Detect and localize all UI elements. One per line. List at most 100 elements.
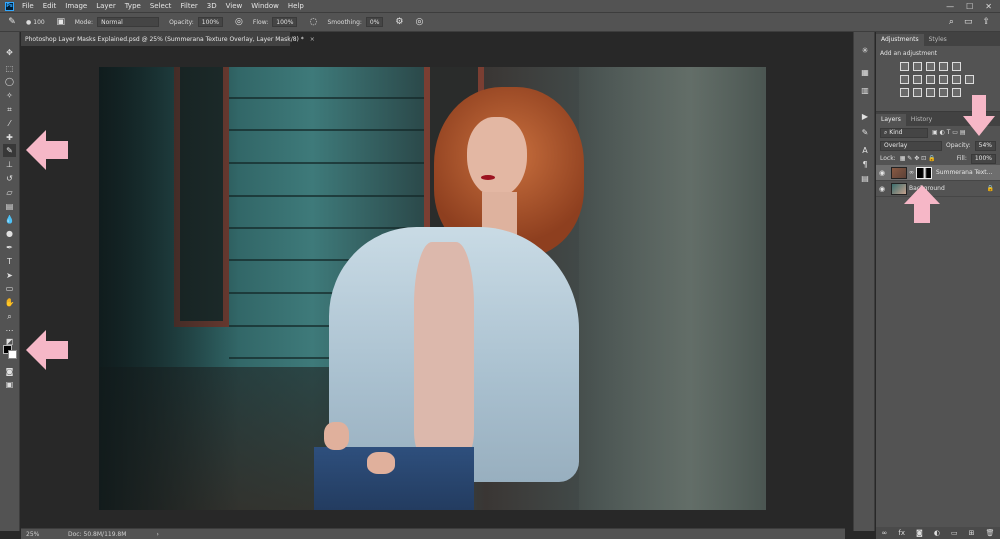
dodge-tool-icon[interactable]: ● — [3, 227, 16, 240]
exposure-icon[interactable] — [939, 62, 948, 71]
actions-panel-icon[interactable]: ▶ — [859, 110, 871, 122]
airbrush-icon[interactable]: ◌ — [307, 16, 319, 28]
zoom-level[interactable]: 25% — [26, 531, 48, 538]
blend-mode-select[interactable]: Overlay — [880, 140, 942, 151]
brightness-contrast-icon[interactable] — [900, 62, 909, 71]
layer-row-texture[interactable]: ◉ ∞ Summerana Text... — [876, 165, 1000, 181]
hue-saturation-icon[interactable] — [900, 75, 909, 84]
menu-help[interactable]: Help — [288, 2, 304, 10]
eyedropper-tool-icon[interactable]: ⁄ — [3, 117, 16, 130]
menu-image[interactable]: Image — [65, 2, 87, 10]
threshold-icon[interactable] — [926, 88, 935, 97]
flow-field[interactable]: 100% — [272, 17, 298, 27]
document-photo[interactable] — [99, 67, 766, 510]
menu-window[interactable]: Window — [251, 2, 279, 10]
brush-settings-icon[interactable]: ▣ — [55, 16, 67, 28]
pressure-size-icon[interactable]: ◎ — [413, 16, 425, 28]
layer-style-icon[interactable]: fx — [898, 529, 905, 537]
opacity-field[interactable]: 100% — [197, 17, 223, 27]
tab-layers[interactable]: Layers — [876, 114, 906, 126]
canvas-area[interactable] — [21, 46, 845, 528]
selective-color-icon[interactable] — [952, 88, 961, 97]
background-color-swatch[interactable] — [8, 350, 17, 359]
mode-select[interactable]: Normal — [97, 17, 160, 27]
menu-layer[interactable]: Layer — [96, 2, 116, 10]
lasso-tool-icon[interactable]: ◯ — [3, 75, 16, 88]
menu-type[interactable]: Type — [125, 2, 141, 10]
type-tool-icon[interactable]: T — [3, 255, 16, 268]
menu-edit[interactable]: Edit — [43, 2, 57, 10]
link-layers-icon[interactable]: ∞ — [882, 529, 888, 537]
photo-filter-icon[interactable] — [939, 75, 948, 84]
smoothing-field[interactable]: 0% — [365, 17, 384, 27]
new-group-icon[interactable]: ▭ — [951, 529, 958, 537]
black-white-icon[interactable] — [926, 75, 935, 84]
pen-tool-icon[interactable]: ✒ — [3, 241, 16, 254]
tab-adjustments[interactable]: Adjustments — [876, 34, 924, 46]
search-icon[interactable]: ⌕ — [949, 17, 954, 27]
character-panel-icon[interactable]: A — [859, 144, 871, 156]
layer-thumbnail[interactable] — [891, 166, 907, 179]
brush-tool-icon[interactable]: ✎ — [3, 144, 16, 157]
channel-mixer-icon[interactable] — [952, 75, 961, 84]
properties-panel-icon[interactable]: ▥ — [859, 84, 871, 96]
layer-name[interactable]: Summerana Text... — [936, 169, 992, 176]
zoom-tool-icon[interactable]: ⌕ — [3, 310, 16, 323]
marquee-tool-icon[interactable]: ⬚ — [3, 62, 16, 75]
menu-select[interactable]: Select — [150, 2, 172, 10]
quick-mask-icon[interactable]: ◙ — [3, 365, 16, 378]
status-menu-arrow[interactable]: › — [156, 531, 158, 538]
link-icon[interactable]: ∞ — [909, 169, 914, 176]
blur-tool-icon[interactable]: 💧 — [3, 213, 16, 226]
paragraph-panel-icon[interactable]: ¶ — [859, 158, 871, 170]
maximize-button[interactable]: ☐ — [966, 2, 973, 11]
move-tool-icon[interactable]: ✥ — [3, 46, 16, 59]
clone-stamp-tool-icon[interactable]: ⊥ — [3, 158, 16, 171]
add-mask-icon[interactable]: ◙ — [916, 529, 923, 537]
smoothing-settings-gear-icon[interactable]: ⚙ — [393, 16, 405, 28]
new-layer-icon[interactable]: ⊞ — [969, 529, 975, 537]
hand-tool-icon[interactable]: ✋ — [3, 296, 16, 309]
healing-brush-tool-icon[interactable]: ✚ — [3, 131, 16, 144]
history-brush-tool-icon[interactable]: ↺ — [3, 172, 16, 185]
glyphs-panel-icon[interactable]: ▤ — [859, 172, 871, 184]
visibility-eye-icon[interactable]: ◉ — [879, 169, 887, 177]
gradient-tool-icon[interactable]: ▤ — [3, 200, 16, 213]
layer-opacity-field[interactable]: 54% — [974, 140, 996, 151]
share-icon[interactable]: ⇪ — [982, 17, 990, 27]
color-lookup-icon[interactable] — [965, 75, 974, 84]
visibility-eye-icon[interactable]: ◉ — [879, 185, 887, 193]
rectangle-tool-icon[interactable]: ▭ — [3, 282, 16, 295]
minimize-button[interactable]: — — [946, 2, 954, 11]
path-select-tool-icon[interactable]: ➤ — [3, 269, 16, 282]
brush-settings-panel-icon[interactable]: ✎ — [859, 126, 871, 138]
brush-preset-icon[interactable]: ✎ — [6, 16, 18, 28]
lock-icons[interactable]: ▦ ✎ ✥ ⊡ 🔒 — [900, 155, 936, 162]
menu-filter[interactable]: Filter — [180, 2, 197, 10]
document-tab[interactable]: Photoshop Layer Masks Explained.psd @ 25… — [21, 32, 315, 46]
curves-icon[interactable] — [926, 62, 935, 71]
color-balance-icon[interactable] — [913, 75, 922, 84]
eraser-tool-icon[interactable]: ▱ — [3, 186, 16, 199]
adjustment-layer-icon[interactable]: ◐ — [934, 529, 940, 537]
posterize-icon[interactable] — [913, 88, 922, 97]
close-document-icon[interactable]: × — [310, 36, 315, 43]
gradient-map-icon[interactable] — [939, 88, 948, 97]
pressure-opacity-icon[interactable]: ◎ — [233, 16, 245, 28]
vibrance-icon[interactable] — [952, 62, 961, 71]
delete-layer-icon[interactable]: 🗑 — [986, 529, 995, 537]
levels-icon[interactable] — [913, 62, 922, 71]
workspace-icon[interactable]: ▭ — [964, 17, 973, 27]
tab-styles[interactable]: Styles — [924, 34, 952, 46]
close-window-button[interactable]: ✕ — [985, 2, 992, 11]
screen-mode-icon[interactable]: ▣ — [3, 378, 16, 391]
crop-tool-icon[interactable]: ⌗ — [3, 103, 16, 116]
swatches-panel-icon[interactable]: ▦ — [859, 66, 871, 78]
tab-history[interactable]: History — [906, 114, 937, 126]
brush-size-picker[interactable]: ● 100 — [26, 19, 45, 26]
fill-field[interactable]: 100% — [970, 153, 996, 164]
quick-select-tool-icon[interactable]: ✧ — [3, 89, 16, 102]
menu-view[interactable]: View — [226, 2, 243, 10]
invert-icon[interactable] — [900, 88, 909, 97]
kind-filter-select[interactable]: ⌕ Kind — [880, 127, 928, 138]
